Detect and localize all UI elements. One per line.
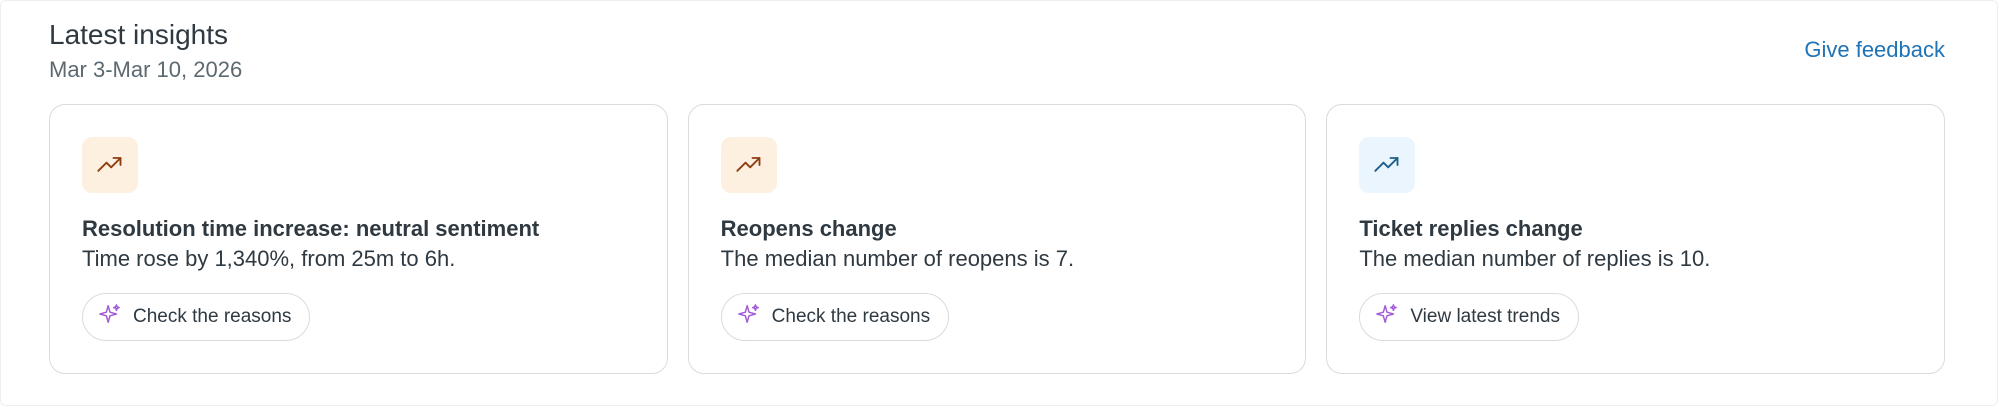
button-label: View latest trends <box>1410 306 1560 327</box>
card-body: The median number of replies is 10. <box>1359 246 1711 271</box>
insight-cards: Resolution time increase: neutral sentim… <box>49 104 1946 374</box>
button-label: Check the reasons <box>133 306 292 327</box>
latest-insights-panel: Latest insights Mar 3-Mar 10, 2026 Give … <box>0 0 1998 406</box>
check-reasons-button[interactable]: Check the reasons <box>82 293 311 341</box>
card-title: Reopens change <box>720 216 897 241</box>
card-title: Ticket replies change <box>1359 216 1583 241</box>
insight-card-resolution-time: Resolution time increase: neutral sentim… <box>49 104 668 374</box>
card-body: The median number of reopens is 7. <box>720 246 1075 271</box>
date-range: Mar 3-Mar 10, 2026 <box>49 57 243 82</box>
check-reasons-button[interactable]: Check the reasons <box>720 293 950 341</box>
button-label: Check the reasons <box>771 306 931 327</box>
card-title: Resolution time increase: neutral sentim… <box>82 216 540 241</box>
trending-up-icon <box>720 137 777 193</box>
insight-card-ticket-replies: Ticket replies change The median number … <box>1326 104 1946 374</box>
panel-title: Latest insights <box>49 19 228 50</box>
trending-up-icon <box>1359 137 1416 193</box>
card-body: Time rose by 1,340%, from 25m to 6h. <box>82 246 456 271</box>
trending-up-icon <box>82 137 138 193</box>
insight-card-reopens: Reopens change The median number of reop… <box>687 104 1307 374</box>
sparkle-icon <box>99 303 121 331</box>
sparkle-icon <box>737 303 760 331</box>
view-latest-trends-button[interactable]: View latest trends <box>1359 293 1579 341</box>
sparkle-icon <box>1376 303 1398 331</box>
give-feedback-link[interactable]: Give feedback <box>1804 35 1945 65</box>
panel-header: Latest insights Mar 3-Mar 10, 2026 <box>49 17 242 85</box>
